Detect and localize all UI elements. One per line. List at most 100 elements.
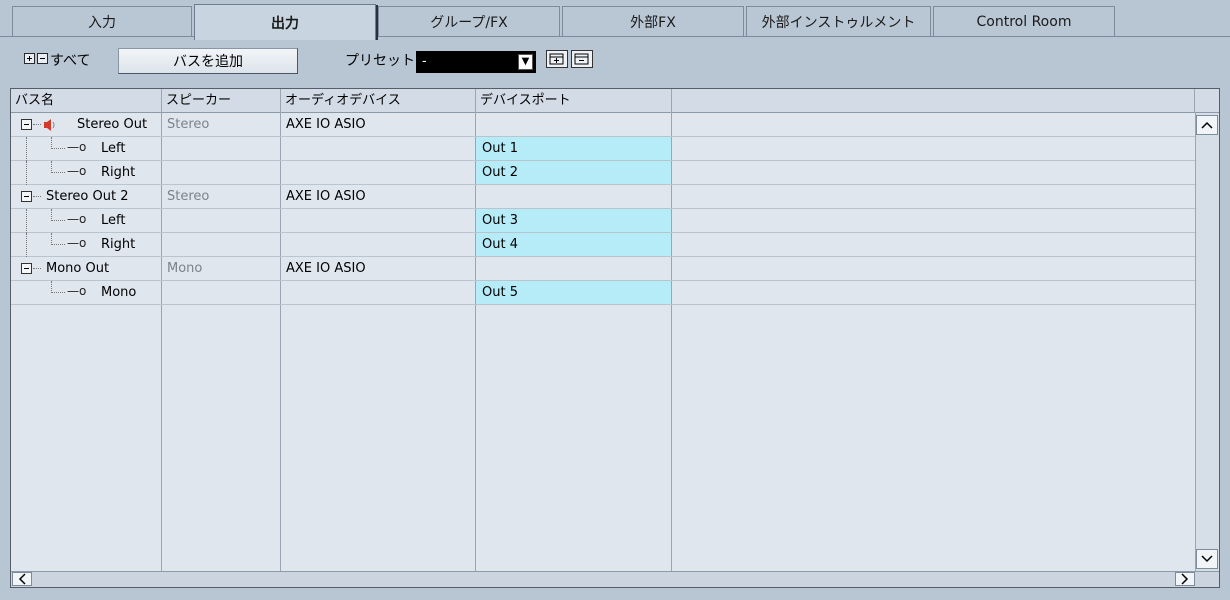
preset-select[interactable]: - ▼ <box>416 51 536 73</box>
tree-line <box>33 268 41 269</box>
collapse-icon[interactable] <box>21 119 32 130</box>
channel-name: Right <box>101 237 136 252</box>
device-port[interactable] <box>475 257 671 280</box>
audio-device <box>280 137 475 160</box>
port-connector-icon: —o <box>67 164 87 178</box>
scroll-right-icon[interactable] <box>1175 572 1195 586</box>
tab-outputs-label: 出力 <box>271 15 299 32</box>
column-header-extra <box>672 89 1195 113</box>
audio-device <box>280 233 475 256</box>
tab-group-fx[interactable]: グループ/FX <box>378 6 560 36</box>
tab-external-instruments[interactable]: 外部インストゥルメント <box>746 6 931 36</box>
column-header-device-port[interactable]: デバイスポート <box>476 89 672 113</box>
add-bus-label: バスを追加 <box>173 54 243 70</box>
expand-all-icon[interactable] <box>24 53 35 64</box>
audio-device <box>280 281 475 304</box>
table-row[interactable]: —o Right Out 2 <box>11 161 1195 185</box>
channel-name: Left <box>101 141 126 156</box>
tab-control-room[interactable]: Control Room <box>933 6 1115 36</box>
chevron-down-icon: ▼ <box>518 54 533 70</box>
all-label: すべて <box>50 53 91 69</box>
device-port[interactable] <box>475 113 671 136</box>
tree-line <box>26 161 27 185</box>
audio-device <box>280 161 475 184</box>
speaker-config <box>161 137 280 160</box>
port-connector-icon: —o <box>67 212 87 226</box>
tab-external-instruments-label: 外部インストゥルメント <box>761 14 916 31</box>
tab-bar: 入力 出力 グループ/FX 外部FX 外部インストゥルメント Control R… <box>0 0 1230 40</box>
add-bus-button[interactable]: バスを追加 <box>118 48 298 74</box>
device-port[interactable] <box>475 185 671 208</box>
bus-name: Stereo Out 2 <box>46 189 129 204</box>
horizontal-scrollbar[interactable] <box>11 571 1219 587</box>
tree-line <box>33 124 41 125</box>
audio-device[interactable]: AXE IO ASIO <box>280 113 475 136</box>
table-row[interactable]: —o Left Out 1 <box>11 137 1195 161</box>
port-connector-icon: —o <box>67 140 87 154</box>
tree-line <box>51 220 65 221</box>
speaker-config[interactable]: Mono <box>161 257 280 280</box>
preset-value: - <box>422 54 427 69</box>
speaker-config <box>161 209 280 232</box>
tab-inputs-label: 入力 <box>88 14 116 31</box>
speaker-config[interactable]: Stereo <box>161 113 280 136</box>
preset-save-icon[interactable] <box>546 50 568 68</box>
tab-outputs[interactable]: 出力 <box>194 4 378 40</box>
tree-line <box>51 292 65 293</box>
audio-device[interactable]: AXE IO ASIO <box>280 257 475 280</box>
tree-line <box>26 137 27 161</box>
audio-device[interactable]: AXE IO ASIO <box>280 185 475 208</box>
device-port[interactable]: Out 5 <box>476 281 671 304</box>
speaker-icon <box>44 119 55 131</box>
column-header-audio-device[interactable]: オーディオデバイス <box>281 89 476 113</box>
device-port[interactable]: Out 1 <box>476 137 671 160</box>
tab-control-room-label: Control Room <box>976 13 1072 30</box>
column-header-speaker[interactable]: スピーカー <box>162 89 281 113</box>
tab-group-fx-label: グループ/FX <box>430 14 508 31</box>
vertical-scrollbar[interactable] <box>1195 113 1219 571</box>
table-row[interactable]: Stereo Out 2 Stereo AXE IO ASIO <box>11 185 1195 209</box>
toolbar: すべて バスを追加 プリセット - ▼ <box>0 40 1230 84</box>
tree-line <box>51 244 65 245</box>
collapse-icon[interactable] <box>21 263 32 274</box>
scroll-up-icon[interactable] <box>1196 115 1218 135</box>
collapse-icon[interactable] <box>21 191 32 202</box>
tab-edge <box>376 5 378 40</box>
port-connector-icon: —o <box>67 236 87 250</box>
channel-name: Left <box>101 213 126 228</box>
device-port[interactable]: Out 4 <box>476 233 671 256</box>
table-row[interactable]: Stereo Out Stereo AXE IO ASIO <box>11 113 1195 137</box>
tab-inputs[interactable]: 入力 <box>12 6 192 36</box>
tab-external-fx[interactable]: 外部FX <box>562 6 744 36</box>
collapse-all-icon[interactable] <box>37 53 48 64</box>
speaker-config[interactable]: Stereo <box>161 185 280 208</box>
device-port[interactable]: Out 2 <box>476 161 671 184</box>
device-port[interactable]: Out 3 <box>476 209 671 232</box>
tree-line <box>26 209 27 233</box>
tree-line <box>51 172 65 173</box>
table-row[interactable]: —o Left Out 3 <box>11 209 1195 233</box>
scroll-left-icon[interactable] <box>12 572 32 586</box>
channel-name: Mono <box>101 285 137 300</box>
bus-name: Mono Out <box>46 261 110 276</box>
tab-external-fx-label: 外部FX <box>630 14 676 31</box>
column-header-bus-name[interactable]: バス名 <box>11 89 162 113</box>
table-row[interactable]: —o Right Out 4 <box>11 233 1195 257</box>
port-connector-icon: —o <box>67 284 87 298</box>
table-row[interactable]: Mono Out Mono AXE IO ASIO <box>11 257 1195 281</box>
speaker-config <box>161 161 280 184</box>
audio-device <box>280 209 475 232</box>
preset-delete-icon[interactable] <box>571 50 593 68</box>
speaker-config <box>161 233 280 256</box>
channel-name: Right <box>101 165 136 180</box>
tab-baseline <box>0 36 1230 37</box>
tree-line <box>33 196 41 197</box>
bus-table: バス名 スピーカー オーディオデバイス デバイスポート Stereo Out S… <box>10 88 1220 588</box>
scroll-down-icon[interactable] <box>1196 549 1218 569</box>
bus-name: Stereo Out <box>77 117 148 132</box>
tree-line <box>26 233 27 257</box>
table-header: バス名 スピーカー オーディオデバイス デバイスポート <box>11 89 1219 113</box>
speaker-config <box>161 281 280 304</box>
tree-line <box>51 148 65 149</box>
table-row[interactable]: —o Mono Out 5 <box>11 281 1195 305</box>
